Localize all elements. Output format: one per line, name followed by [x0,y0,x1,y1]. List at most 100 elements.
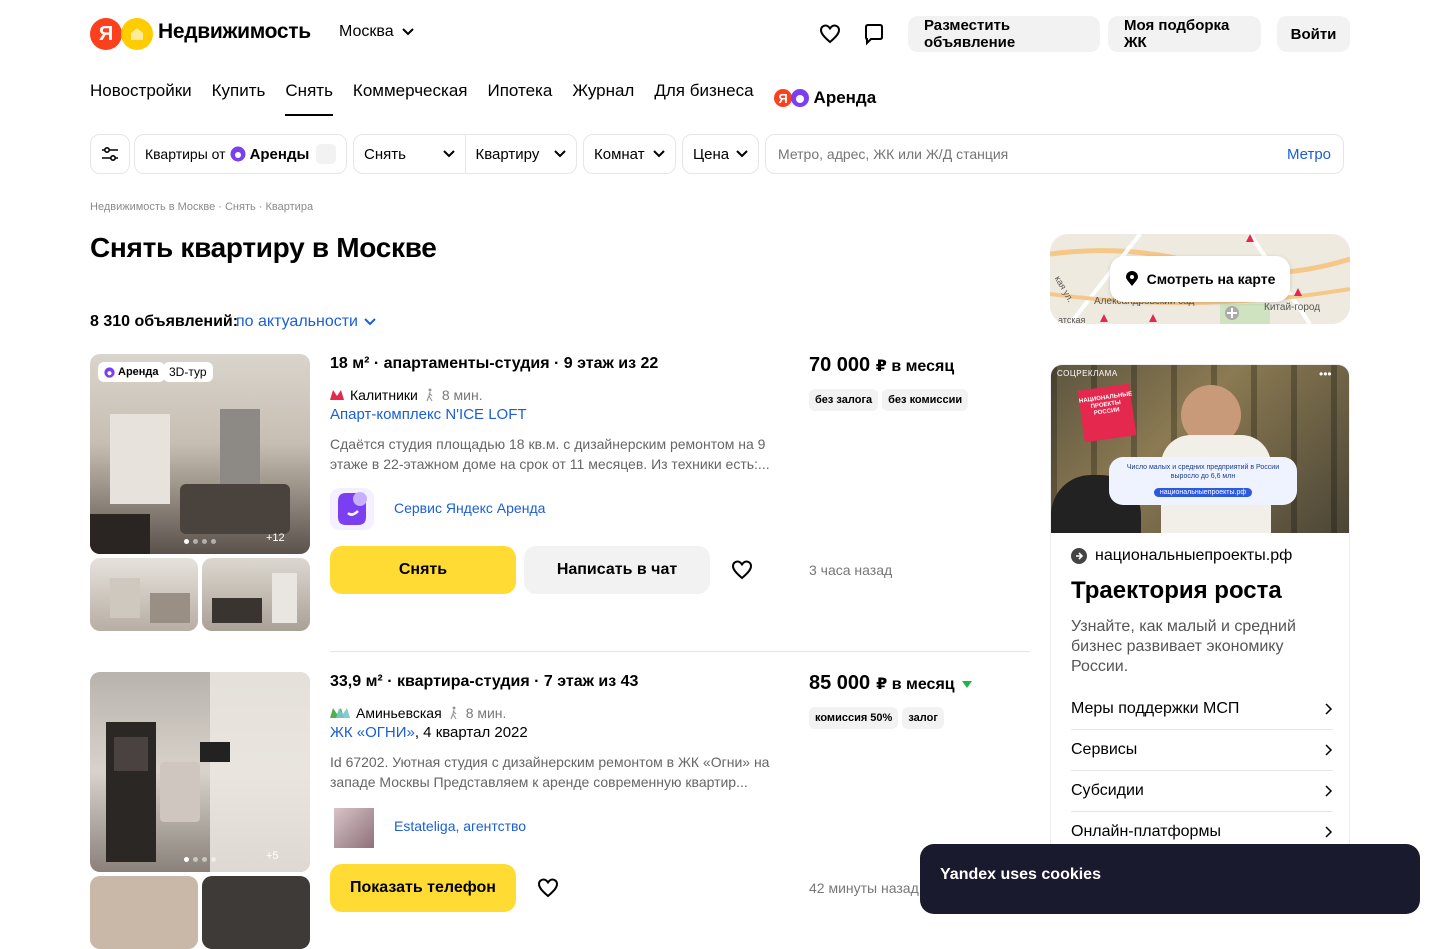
search-input[interactable] [778,146,1258,162]
city-label: Москва [339,23,394,40]
chat-button[interactable]: Написать в чат [524,546,710,594]
deal-select-label: Снять [364,145,406,163]
deal-select[interactable]: Снять [354,135,466,173]
ad-domain-label: национальныепроекты.рф [1095,547,1293,564]
listing-main-photo[interactable]: +5 [90,672,310,872]
ad-link-msp[interactable]: Меры поддержки МСП [1071,689,1333,730]
nav-item-journal[interactable]: Журнал [572,80,634,116]
map-pin-icon [1125,271,1138,286]
ad-image: СОЦРЕКЛАМА ••• НАЦИОНАЛЬНЫЕ ПРОЕКТЫ РОСС… [1051,365,1349,533]
arenda-checkbox[interactable] [316,144,336,164]
chevron-down-icon [401,28,414,36]
rent-button[interactable]: Снять [330,546,516,594]
ad-link-label: Онлайн-платформы [1071,823,1221,840]
ad-link-subsidies[interactable]: Субсидии [1071,771,1333,812]
sort-label: по актуальности [236,313,358,330]
listing-thumb-photo[interactable] [90,558,198,631]
listing-price: 70 000 ₽ в месяц [809,354,954,377]
my-selection-button[interactable]: Моя подборка ЖК [1108,16,1261,52]
arenda-filter-prefix: Квартиры от [145,146,226,162]
main-nav: Новостройки Купить Снять Коммерческая Ип… [90,80,896,116]
show-phone-button[interactable]: Показать телефон [330,864,516,912]
arenda-icon [230,146,246,162]
price-suffix: ₽ в месяц [876,675,955,693]
login-button[interactable]: Войти [1277,16,1350,52]
listing-title[interactable]: 33,9 м² · квартира-студия · 7 этаж из 43 [330,673,638,691]
complex-link[interactable]: ЖК «ОГНИ», 4 квартал 2022 [330,724,528,741]
show-on-map-label: Смотреть на карте [1146,271,1276,287]
metro-info: Аминьевская 8 мин. [330,705,506,721]
price-value: 70 000 [809,354,871,376]
chat-icon[interactable] [862,22,886,46]
heart-icon[interactable] [818,22,842,46]
ad-link-label: Меры поддержки МСП [1071,700,1240,717]
photo-dots [184,539,216,544]
listing-thumb-photo[interactable] [202,876,310,949]
complex-link[interactable]: Апарт-комплекс N'ICE LOFT [330,406,527,423]
arenda-filter-toggle[interactable]: Квартиры от Аренды [134,134,347,174]
ad-domain[interactable]: национальныепроекты.рф [1071,547,1292,565]
show-on-map-button[interactable]: Смотреть на карте [1110,256,1290,302]
nav-item-arenda[interactable]: Я Аренда [773,80,876,116]
arrow-right-circle-icon [1071,548,1087,564]
sort-select[interactable]: по актуальности [236,313,376,331]
complex-extra: , 4 квартал 2022 [414,724,528,741]
rooms-select[interactable]: Комнат [583,134,676,174]
price-select[interactable]: Цена [682,134,759,174]
ad-text: Узнайте, как малый и средний бизнес разв… [1071,618,1296,675]
ad-title[interactable]: Траектория роста [1071,577,1282,605]
nav-item-mortgage[interactable]: Ипотека [487,80,552,116]
ad-link-label: Субсидии [1071,782,1144,799]
house-logo-icon [121,18,153,50]
nav-item-commercial[interactable]: Коммерческая [353,80,468,116]
chevron-down-icon [364,318,376,326]
tag: залог [902,707,944,729]
listing-title[interactable]: 18 м² · апартаменты-студия · 9 этаж из 2… [330,355,658,373]
listing-tags: без залога без комиссии [809,389,972,411]
breadcrumb-item[interactable]: Недвижимость в Москве [90,201,215,213]
property-type-select[interactable]: Квартиру [466,135,577,173]
listing-description: Id 67202. Уютная студия с дизайнерским р… [330,754,770,790]
ad-banner[interactable]: СОЦРЕКЛАМА ••• НАЦИОНАЛЬНЫЕ ПРОЕКТЫ РОСС… [1050,364,1350,904]
ad-menu-icon[interactable]: ••• [1319,367,1332,381]
sliders-icon [102,146,118,162]
arenda-badge: Аренда [98,362,165,382]
listing-description: Сдаётся студия площадью 18 кв.м. с дизай… [330,436,770,472]
agent-link[interactable]: Estateliga, агентство [394,818,526,834]
ad-link-label: Сервисы [1071,741,1138,758]
ad-image-card: Число малых и средних предприятий в Росс… [1109,457,1297,505]
listing-main-photo[interactable]: Аренда 3D-тур +12 [90,354,310,554]
listing-thumb-photo[interactable] [90,876,198,949]
listing-time: 42 минуты назад [809,880,919,896]
search-field[interactable]: Метро [765,134,1344,174]
map-preview[interactable]: Александровский сад Китай-город атская к… [1050,234,1350,324]
tag: комиссия 50% [809,707,899,729]
favorite-heart-icon[interactable] [536,876,560,900]
breadcrumb-item[interactable]: Квартира [266,201,314,213]
arenda-filter-brand: Аренды [249,145,310,163]
arenda-icon [104,366,115,378]
filters-button[interactable] [90,134,130,174]
nav-item-buy[interactable]: Купить [212,80,266,116]
nav-item-novostroyki[interactable]: Новостройки [90,80,192,116]
breadcrumb-item[interactable]: Снять [225,201,256,213]
ad-image-text: Число малых и средних предприятий в Росс… [1126,464,1280,480]
ad-link-services[interactable]: Сервисы [1071,730,1333,771]
chevron-right-icon [1325,744,1333,756]
favorite-heart-icon[interactable] [730,558,754,582]
chevron-down-icon [554,150,566,158]
svg-text:Я: Я [778,91,787,106]
city-selector[interactable]: Москва [339,23,414,41]
photo-count: +12 [266,532,285,544]
listing-thumb-photo[interactable] [202,558,310,631]
arenda-logo-icon: Я [773,89,809,107]
agent-link[interactable]: Сервис Яндекс Аренда [394,500,545,516]
nav-item-rent[interactable]: Снять [285,80,333,116]
chevron-right-icon [1325,785,1333,797]
chevron-right-icon [1325,703,1333,715]
photo-dots [184,857,216,862]
metro-link[interactable]: Метро [1287,146,1331,163]
place-ad-button[interactable]: Разместить объявление [908,16,1100,52]
yandex-logo-icon: Я [90,18,122,50]
nav-item-business[interactable]: Для бизнеса [654,80,753,116]
